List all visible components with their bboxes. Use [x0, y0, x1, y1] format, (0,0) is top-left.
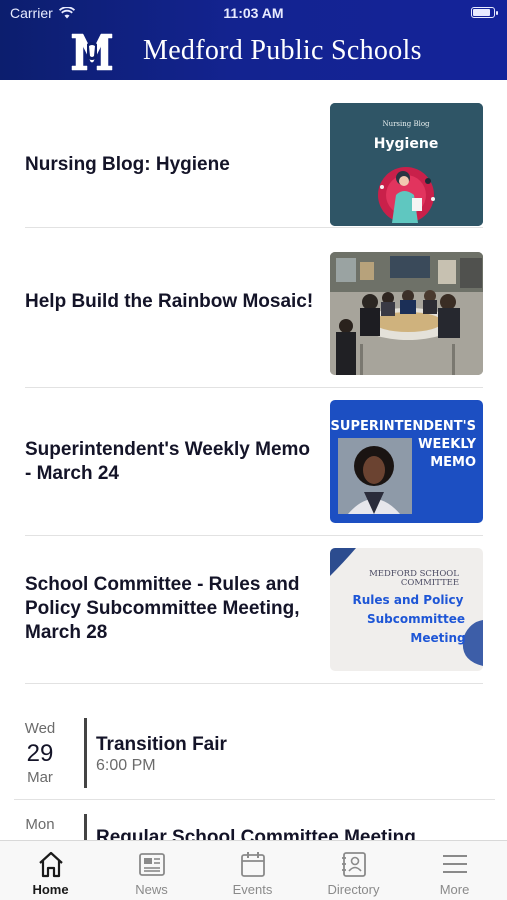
- event-time: 6:00 PM: [96, 757, 156, 774]
- event-title: Transition Fair: [96, 734, 227, 755]
- app-title: Medford Public Schools: [143, 35, 422, 66]
- event-day: 29: [26, 740, 54, 767]
- thumb-line5: Meeting: [410, 631, 465, 645]
- tab-directory[interactable]: Directory: [303, 841, 404, 900]
- news-thumbnail-classroom-photo: [330, 252, 483, 375]
- tab-events[interactable]: Events: [202, 841, 303, 900]
- tab-home[interactable]: Home: [0, 841, 101, 900]
- battery-fill: [473, 9, 491, 16]
- news-thumbnail-hygiene: Nursing Blog Hygiene: [330, 103, 483, 226]
- event-weekday: Wed: [24, 720, 56, 737]
- app-header: Carrier 11:03 AM Medford Public Schools: [0, 0, 507, 80]
- status-time: 11:03 AM: [223, 5, 284, 21]
- thumb-headline: Hygiene: [374, 136, 439, 152]
- news-title: Superintendent's Weekly Memo - March 24: [25, 439, 311, 484]
- tab-label: More: [439, 882, 470, 897]
- tab-label: Directory: [327, 882, 380, 897]
- news-item-school-committee[interactable]: School Committee - Rules and Policy Subc…: [25, 536, 483, 684]
- tab-bar: Home News Events Directory More: [0, 840, 507, 900]
- tab-label: News: [135, 882, 168, 897]
- tab-more[interactable]: More: [404, 841, 505, 900]
- news-title: Help Build the Rainbow Mosaic!: [25, 291, 314, 312]
- tab-label: Events: [232, 882, 273, 897]
- thumb-line3: MEMO: [430, 455, 476, 470]
- contact-card-icon: [342, 852, 366, 877]
- event-item-transition-fair[interactable]: Wed 29 Mar Transition Fair 6:00 PM: [14, 690, 495, 800]
- tab-label: Home: [32, 882, 69, 897]
- thumb-caption: Nursing Blog: [382, 120, 430, 128]
- battery-icon: [471, 7, 498, 18]
- home-icon: [39, 851, 63, 878]
- menu-icon: [443, 855, 467, 873]
- tab-news[interactable]: News: [101, 841, 202, 900]
- news-thumbnail-weekly-memo: SUPERINTENDENT'S WEEKLY MEMO: [330, 400, 483, 523]
- news-title: Nursing Blog: Hygiene: [25, 154, 230, 175]
- event-month: Mar: [27, 769, 53, 786]
- school-logo: [70, 32, 114, 72]
- news-item-nursing-blog[interactable]: Nursing Blog: Hygiene Nursing Blog Hygie…: [25, 80, 483, 228]
- status-bar: Carrier 11:03 AM: [0, 0, 507, 26]
- thumb-line4: Subcommittee: [367, 612, 465, 626]
- event-weekday: Mon: [25, 816, 55, 833]
- thumb-line2: COMMITTEE: [401, 578, 459, 588]
- calendar-icon: [241, 852, 265, 877]
- event-divider: [84, 718, 87, 788]
- newspaper-icon: [139, 853, 165, 876]
- thumb-line3: Rules and Policy: [353, 593, 464, 607]
- news-thumbnail-school-committee: MEDFORD SCHOOL COMMITTEE Rules and Polic…: [330, 548, 483, 671]
- news-item-rainbow-mosaic[interactable]: Help Build the Rainbow Mosaic!: [25, 240, 483, 388]
- thumb-line1: SUPERINTENDENT'S: [331, 419, 476, 434]
- thumb-line2: WEEKLY: [418, 437, 476, 452]
- news-item-superintendent-memo[interactable]: Superintendent's Weekly Memo - March 24 …: [25, 388, 483, 536]
- news-title: School Committee - Rules and Policy Subc…: [25, 574, 300, 643]
